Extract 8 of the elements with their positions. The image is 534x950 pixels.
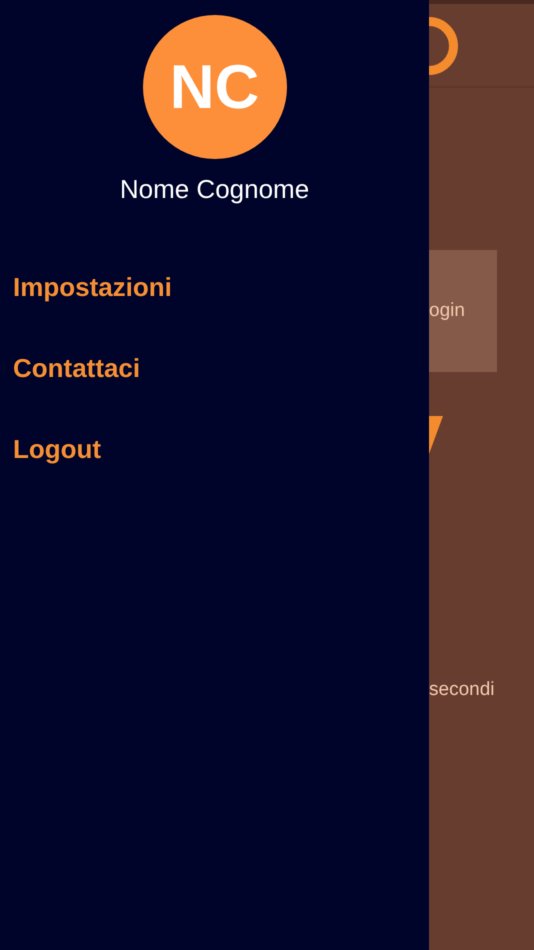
avatar: NC	[142, 15, 286, 159]
user-name: Nome Cognome	[120, 173, 310, 205]
menu-item[interactable]: Contattaci	[13, 350, 140, 386]
menu-item[interactable]: Impostazioni	[13, 269, 172, 305]
menu-item[interactable]: Logout	[13, 431, 102, 467]
ring-icon	[429, 17, 458, 75]
login-button[interactable]: ogin	[429, 250, 497, 372]
body-text: secondi	[429, 678, 496, 702]
